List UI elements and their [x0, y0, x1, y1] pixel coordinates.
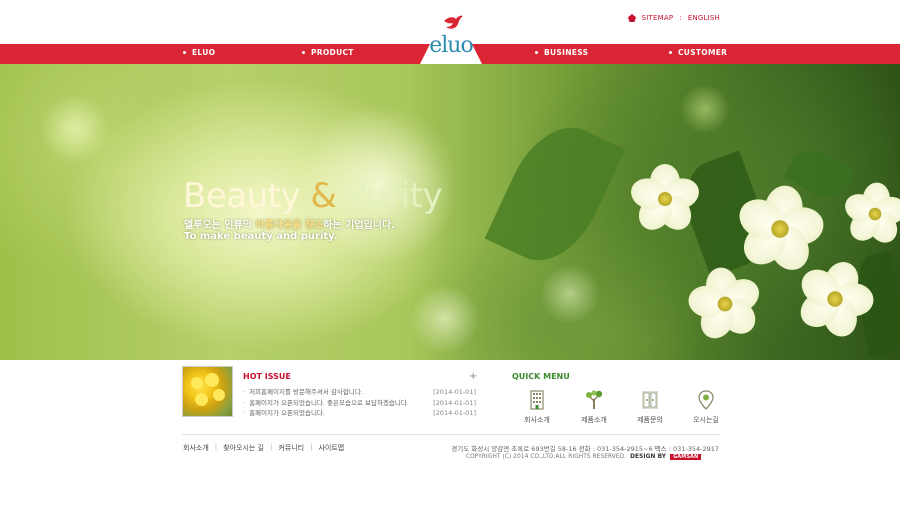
footer-link-sitemap[interactable]: 사이트맵: [318, 443, 344, 453]
footer-address: 경기도 화성시 양감면 초록로 693번길 58-16 전화 : 031-354…: [451, 445, 719, 453]
footer-copyright: COPYRIGHT (C) 2014 CO.,LTD.ALL RIGHTS RE…: [466, 454, 702, 460]
footer-link-directions[interactable]: 찾아오시는 길: [223, 443, 264, 453]
utility-links: SITEMAP : ENGLISH: [627, 14, 720, 22]
hot-issue-more-button[interactable]: +: [469, 371, 477, 382]
nav-bullet-icon: [302, 50, 305, 54]
sitemap-link[interactable]: SITEMAP: [642, 14, 674, 22]
leaf-shape: [484, 111, 626, 277]
list-item[interactable]: 저희홈페이지를 방문해주셔서 감사합니다. [2014-01-01]: [243, 387, 476, 398]
hot-issue-title: HOT ISSUE: [243, 372, 291, 381]
nav-item-product[interactable]: PRODUCT: [302, 48, 354, 57]
bird-logo-icon: [444, 15, 463, 29]
quick-menu-label: 제품문의: [637, 416, 663, 424]
flower-blossom: [686, 265, 765, 344]
news-date: [2014-01-01]: [433, 388, 476, 396]
news-title: 저희홈페이지를 방문해주셔서 감사합니다.: [243, 387, 363, 398]
nav-bullet-icon: [669, 50, 672, 54]
util-separator: :: [679, 14, 682, 22]
copyright-text: COPYRIGHT (C) 2014 CO.,LTD.ALL RIGHTS RE…: [466, 454, 627, 460]
hot-issue-thumbnail[interactable]: [182, 366, 233, 417]
nav-label: CUSTOMER: [678, 48, 728, 57]
list-item[interactable]: 홈페이지가 오픈되었습니다. [2014-01-01]: [243, 408, 476, 419]
page: SITEMAP : ENGLISH ELUO PRODUCT BUSINESS …: [0, 0, 900, 510]
hero-headline: Beauty & Purity: [183, 176, 443, 216]
news-title: 홈페이지가 오픈되었습니다. 좋은모습으로 보답하겠습니다.: [243, 398, 409, 409]
flower-blossom: [627, 164, 703, 237]
design-by-label: DESIGN BY: [630, 454, 667, 460]
hot-issue-list: 저희홈페이지를 방문해주셔서 감사합니다. [2014-01-01] 홈페이지가…: [243, 387, 476, 419]
headline-word-beauty: Beauty: [183, 176, 301, 216]
list-item[interactable]: 홈페이지가 오픈되었습니다. 좋은모습으로 보답하겠습니다. [2014-01-…: [243, 398, 476, 409]
bokeh-light: [540, 264, 600, 324]
flower-blossom: [793, 257, 875, 341]
quick-menu-label: 제품소개: [581, 416, 607, 424]
nav-item-customer[interactable]: CUSTOMER: [669, 48, 727, 57]
footer-link-company[interactable]: 회사소개: [183, 443, 209, 453]
bokeh-light: [40, 94, 110, 164]
nav-label: PRODUCT: [311, 48, 354, 57]
nav-label: BUSINESS: [544, 48, 589, 57]
subline-highlight: 아름다움을 창조: [255, 220, 324, 231]
bokeh-light: [410, 284, 480, 354]
nav-bullet-icon: [535, 50, 538, 54]
news-title: 홈페이지가 오픈되었습니다.: [243, 408, 325, 419]
quick-menu-label: 오시는길: [693, 416, 719, 424]
logo-text: eluo: [429, 33, 473, 58]
hero-subline-korean: 엘루오는 인류의 아름다움을 창조하는 기업입니다.: [184, 216, 395, 231]
headline-word-purity: Purity: [346, 176, 443, 216]
hero-banner: Beauty & Purity 엘루오는 인류의 아름다움을 창조하는 기업입니…: [0, 64, 900, 360]
bokeh-light: [680, 84, 730, 134]
english-link[interactable]: ENGLISH: [688, 14, 720, 22]
quick-menu-title: QUICK MENU: [512, 372, 570, 381]
headline-ampersand: &: [310, 176, 337, 216]
news-date: [2014-01-01]: [433, 409, 476, 417]
hero-subline-english: To make beauty and purity.: [184, 231, 338, 242]
flower-blossom: [840, 181, 900, 248]
nav-item-business[interactable]: BUSINESS: [535, 48, 588, 57]
footer-link-separator: |: [310, 443, 313, 451]
building-icon: [530, 390, 544, 410]
footer-link-separator: |: [214, 443, 218, 451]
quick-menu-products[interactable]: 제품소개: [574, 389, 614, 425]
footer-divider: [182, 434, 720, 435]
nav-label: ELUO: [192, 48, 216, 57]
subline-prefix: 엘루오는 인류의: [184, 220, 252, 231]
door-icon: [642, 391, 658, 409]
quick-menu-company[interactable]: 회사소개: [517, 389, 557, 425]
tree-icon: [586, 390, 603, 409]
nav-bullet-icon: [183, 50, 186, 54]
quick-menu-label: 회사소개: [524, 416, 550, 424]
pentagon-bullet-icon: [627, 14, 636, 22]
footer-link-community[interactable]: 커뮤니티: [278, 443, 304, 453]
footer-link-separator: |: [270, 443, 273, 451]
nav-item-eluo[interactable]: ELUO: [183, 48, 215, 57]
designer-badge[interactable]: GAMSAN: [670, 454, 702, 460]
logo[interactable]: eluo: [424, 15, 478, 63]
footer-nav: 회사소개 | 찾아오시는 길 | 커뮤니티 | 사이트맵: [183, 443, 344, 453]
location-pin-icon: [698, 390, 714, 410]
quick-menu-directions[interactable]: 오시는길: [686, 389, 726, 425]
news-date: [2014-01-01]: [433, 398, 476, 407]
subline-suffix: 하는 기업입니다.: [323, 220, 395, 231]
quick-menu-inquiry[interactable]: 제품문의: [630, 389, 670, 425]
